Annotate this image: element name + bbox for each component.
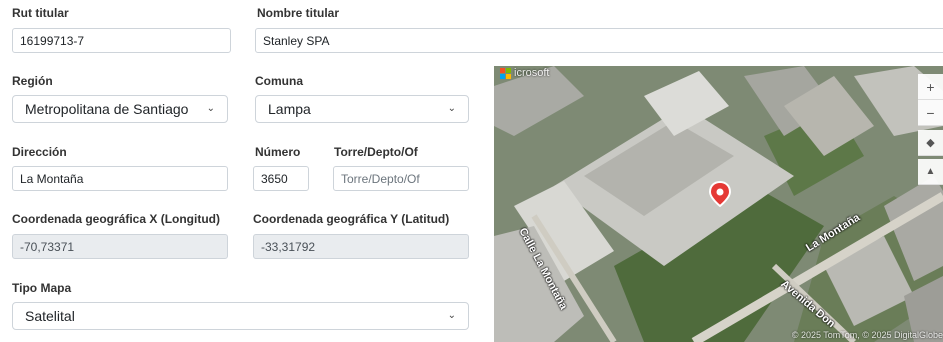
direccion-label: Dirección — [12, 145, 67, 159]
torre-label: Torre/Depto/Of — [334, 145, 418, 159]
location-pin-icon[interactable] — [709, 181, 731, 207]
coord-y-label: Coordenada geográfica Y (Latitud) — [253, 212, 450, 226]
nombre-input[interactable] — [255, 28, 943, 53]
map-provider-text: icrosoft — [514, 67, 550, 79]
numero-label: Número — [255, 145, 301, 159]
tipo-mapa-label: Tipo Mapa — [12, 281, 72, 295]
chevron-down-icon: ⌄ — [206, 103, 215, 114]
region-select-value: Metropolitana de Santiago — [25, 101, 189, 117]
region-label: Región — [12, 74, 53, 88]
tipo-mapa-select[interactable]: Satelital ⌄ — [12, 302, 469, 330]
tilt-icon: ▲ — [925, 166, 936, 177]
satellite-map[interactable]: icrosoft Calle La Montaña La Montaña Ave… — [494, 66, 943, 342]
zoom-in-button[interactable]: + — [918, 74, 943, 100]
tilt-button[interactable]: ▲ — [918, 159, 943, 185]
rut-input[interactable] — [12, 28, 231, 53]
zoom-in-icon: + — [926, 78, 935, 95]
comuna-label: Comuna — [255, 74, 303, 88]
compass-icon: ◆ — [926, 137, 935, 149]
coord-x-label: Coordenada geográfica X (Longitud) — [12, 212, 221, 226]
numero-input[interactable] — [253, 166, 309, 191]
tipo-mapa-select-value: Satelital — [25, 308, 75, 324]
nombre-label: Nombre titular — [257, 6, 340, 20]
compass-button[interactable]: ◆ — [918, 130, 943, 156]
comuna-select[interactable]: Lampa ⌄ — [255, 95, 469, 123]
zoom-out-button[interactable]: − — [918, 100, 943, 126]
comuna-select-value: Lampa — [268, 101, 311, 117]
torre-input[interactable] — [333, 166, 469, 191]
rut-label: Rut titular — [12, 6, 69, 20]
chevron-down-icon: ⌄ — [447, 103, 456, 114]
zoom-out-icon: − — [926, 104, 935, 121]
coord-y-input — [253, 234, 469, 259]
coord-x-input — [12, 234, 228, 259]
map-attribution: © 2025 TomTom, © 2025 DigitalGlobe — [791, 330, 943, 340]
direccion-input[interactable] — [12, 166, 228, 191]
region-select[interactable]: Metropolitana de Santiago ⌄ — [12, 95, 228, 123]
chevron-down-icon: ⌄ — [447, 310, 456, 321]
